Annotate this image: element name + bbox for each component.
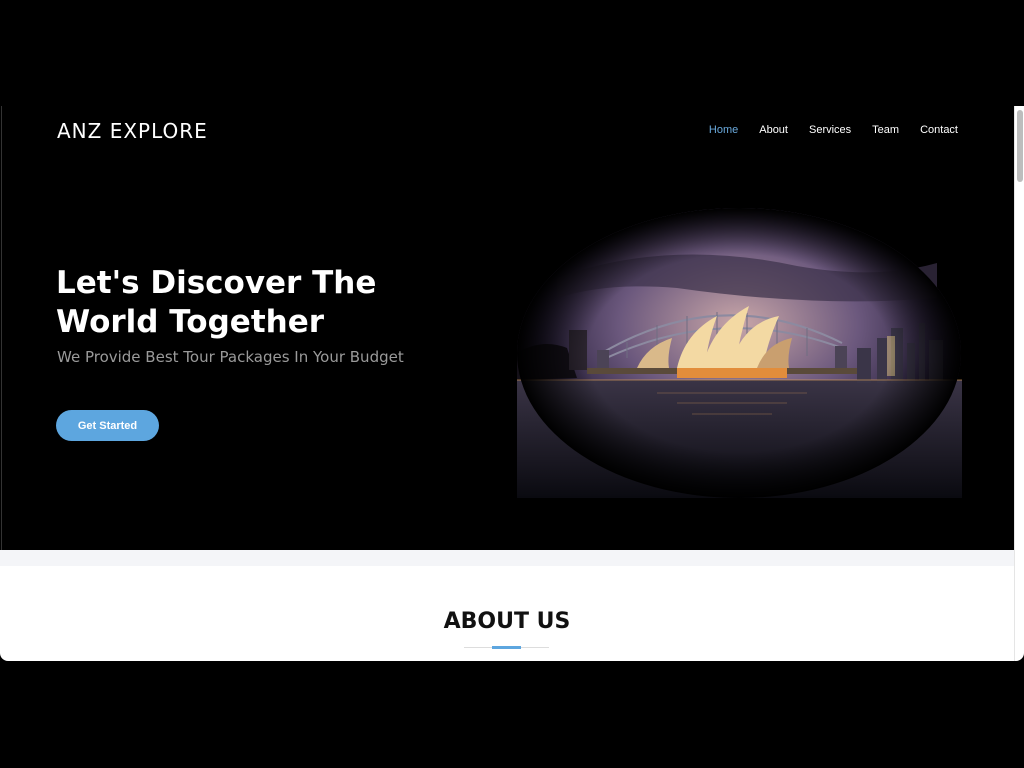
section-separator	[0, 550, 1014, 566]
nav-about-link[interactable]: About	[759, 124, 788, 136]
scrollbar-thumb[interactable]	[1017, 110, 1023, 182]
hero-section: ANZ EXPLORE Home About Services Team Con…	[1, 106, 1014, 550]
about-title: ABOUT US	[443, 609, 571, 634]
title-underline-accent	[492, 646, 521, 649]
hero-subheadline: We Provide Best Tour Packages In Your Bu…	[57, 348, 404, 366]
nav-services-link[interactable]: Services	[809, 124, 851, 136]
vertical-scrollbar[interactable]	[1014, 106, 1024, 661]
nav-contact-link[interactable]: Contact	[920, 124, 958, 136]
browser-viewport: ANZ EXPLORE Home About Services Team Con…	[0, 106, 1024, 661]
hero-headline: Let's Discover The World Together	[56, 265, 377, 340]
site-logo[interactable]: ANZ EXPLORE	[57, 119, 208, 143]
nav-team-link[interactable]: Team	[872, 124, 899, 136]
about-section: ABOUT US	[0, 550, 1014, 661]
main-nav: Home About Services Team Contact	[709, 124, 958, 136]
hero-image-sydney-opera-house	[517, 208, 962, 498]
nav-home-link[interactable]: Home	[709, 124, 738, 136]
get-started-button[interactable]: Get Started	[56, 410, 159, 441]
